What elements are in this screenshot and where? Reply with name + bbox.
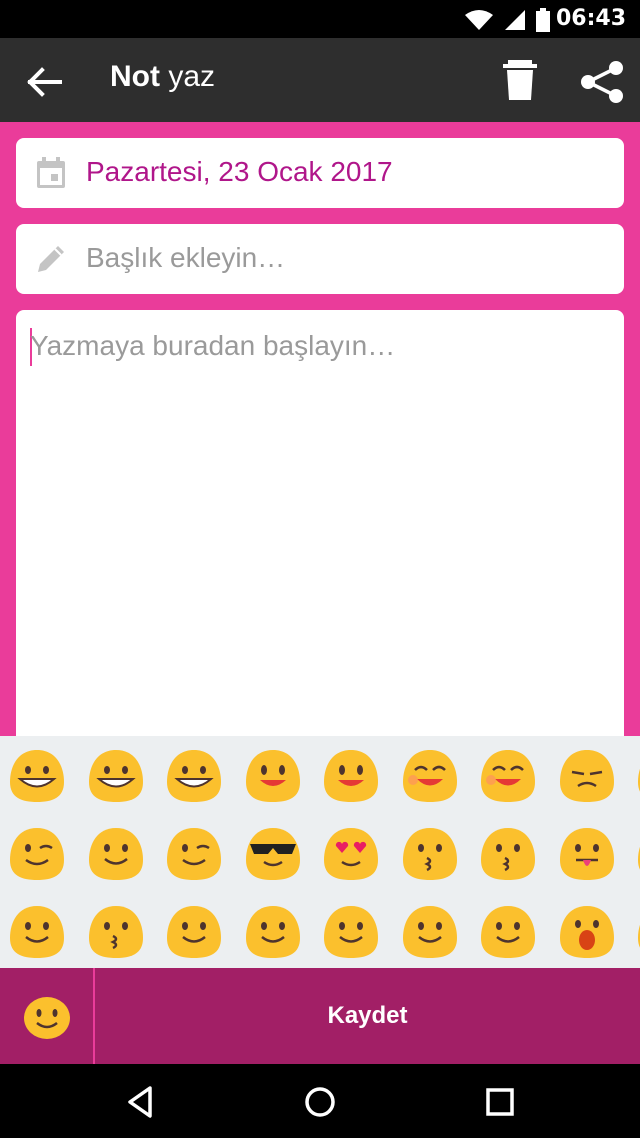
screaming-emoji-icon[interactable]	[556, 902, 618, 960]
blush-emoji-icon[interactable]	[85, 824, 147, 882]
kissing-emoji-icon[interactable]	[477, 824, 539, 882]
sweat-smile-emoji-icon[interactable]	[399, 746, 461, 804]
page-title: Not yaz	[110, 60, 215, 94]
calendar-icon	[37, 157, 65, 188]
emoji-overflow-icon[interactable]	[634, 746, 640, 804]
date-field[interactable]: Pazartesi, 23 Ocak 2017	[16, 138, 624, 208]
back-arrow-icon[interactable]	[22, 60, 66, 104]
heart-eyes-emoji-icon[interactable]	[320, 824, 382, 882]
smile-open-emoji-icon[interactable]	[320, 746, 382, 804]
emoji-icon	[24, 997, 70, 1039]
emoji-overflow-icon[interactable]	[634, 824, 640, 882]
turban-emoji-icon[interactable]	[477, 902, 539, 960]
page-title-rest: yaz	[159, 60, 216, 93]
home-nav-icon[interactable]	[300, 1082, 340, 1122]
sunglasses-emoji-icon[interactable]	[242, 824, 304, 882]
share-icon[interactable]	[578, 58, 626, 106]
sleepy-emoji-icon[interactable]	[320, 902, 382, 960]
emoji-panel	[0, 736, 640, 968]
title-placeholder: Başlık ekleyin…	[86, 242, 286, 273]
kissing-closed-eyes-emoji-icon[interactable]	[85, 902, 147, 960]
relieved-emoji-icon[interactable]	[6, 902, 68, 960]
body-input[interactable]: Yazmaya buradan başlayın…	[16, 310, 624, 750]
wink-emoji-icon[interactable]	[6, 824, 68, 882]
status-bar: 06:43	[0, 0, 640, 38]
smile-plain-emoji-icon[interactable]	[242, 902, 304, 960]
tongue-wink-emoji-icon[interactable]	[163, 824, 225, 882]
recents-nav-icon[interactable]	[480, 1082, 520, 1122]
squint-laugh-emoji-icon[interactable]	[477, 746, 539, 804]
date-value: Pazartesi, 23 Ocak 2017	[86, 156, 393, 187]
bottom-bar: Kaydet	[0, 968, 640, 1064]
grinning-emoji-icon[interactable]	[6, 746, 68, 804]
pencil-icon	[38, 246, 64, 272]
kiss-heart-emoji-icon[interactable]	[399, 824, 461, 882]
battery-icon	[536, 8, 550, 32]
grinning-wide-emoji-icon[interactable]	[85, 746, 147, 804]
pensive-emoji-icon[interactable]	[556, 746, 618, 804]
title-input[interactable]: Başlık ekleyin…	[16, 224, 624, 294]
trash-icon[interactable]	[500, 58, 540, 102]
body-placeholder: Yazmaya buradan başlayın…	[30, 330, 396, 361]
navigation-bar	[0, 1064, 640, 1138]
signal-icon	[505, 10, 525, 30]
angel-emoji-icon[interactable]	[399, 902, 461, 960]
app-bar: Not yaz	[0, 38, 640, 122]
page-title-bold: Not	[110, 60, 160, 93]
slight-smile-emoji-icon[interactable]	[163, 902, 225, 960]
emoji-toggle-button[interactable]	[0, 968, 94, 1064]
emoji-overflow-icon[interactable]	[634, 902, 640, 960]
tongue-emoji-icon[interactable]	[556, 824, 618, 882]
status-icons	[464, 8, 550, 32]
back-nav-icon[interactable]	[120, 1082, 160, 1122]
note-editor: Pazartesi, 23 Ocak 2017 Başlık ekleyin… …	[0, 122, 640, 750]
wifi-icon	[465, 10, 493, 30]
smile-emoji-icon[interactable]	[242, 746, 304, 804]
save-button[interactable]: Kaydet	[95, 968, 640, 1064]
status-time: 06:43	[555, 6, 626, 31]
laughing-tears-emoji-icon[interactable]	[163, 746, 225, 804]
